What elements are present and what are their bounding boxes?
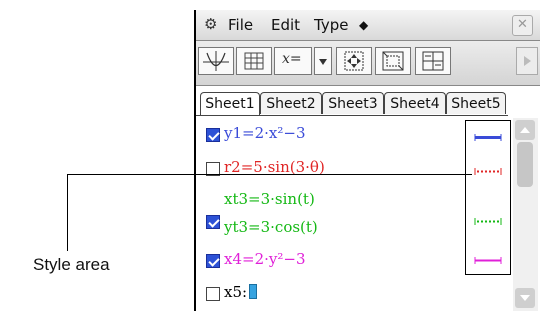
row-5-checkbox[interactable]: [206, 287, 220, 301]
row-1-equation[interactable]: y1=2·x²−3: [224, 124, 305, 142]
vertical-scrollbar[interactable]: [513, 118, 538, 311]
scroll-down-icon[interactable]: [515, 288, 535, 308]
diamond-menu-icon[interactable]: ◆: [359, 18, 368, 32]
menu-type[interactable]: Type: [314, 16, 348, 34]
menu-bar: ⚙ File Edit Type ◆ ✕: [196, 10, 540, 41]
toolbar-next-icon[interactable]: [516, 47, 538, 75]
tab-divider: [196, 115, 508, 116]
callout-line-horizontal: [67, 174, 472, 175]
gear-icon[interactable]: ⚙: [204, 15, 217, 33]
menu-edit[interactable]: Edit: [271, 16, 300, 34]
row-4-checkbox[interactable]: [206, 254, 220, 268]
style-area: [465, 120, 511, 275]
row-3-equation-y[interactable]: yt3=3·cos(t): [224, 218, 318, 236]
row-1-checkbox[interactable]: [206, 128, 220, 142]
tab-sheet1[interactable]: Sheet1: [200, 92, 260, 116]
close-icon[interactable]: ✕: [512, 15, 533, 36]
scroll-up-icon[interactable]: [515, 120, 535, 140]
chevron-down-icon[interactable]: [314, 47, 332, 75]
tab-sheet5[interactable]: Sheet5: [446, 92, 506, 114]
zoom-auto-icon[interactable]: [375, 47, 411, 75]
menu-file[interactable]: File: [228, 16, 253, 34]
sheet-tabs: Sheet1 Sheet2 Sheet3 Sheet4 Sheet5: [196, 92, 540, 116]
graph-editor-window: ⚙ File Edit Type ◆ ✕ x= Sheet1 Sheet2 Sh…: [194, 10, 541, 311]
toolbar: x=: [196, 41, 540, 86]
tab-sheet3[interactable]: Sheet3: [322, 92, 384, 114]
zoom-box-icon[interactable]: [336, 47, 372, 75]
style-area-callout-label: Style area: [33, 255, 110, 274]
row-5-label: x5:: [224, 283, 248, 301]
row-3-equation-x[interactable]: xt3=3·sin(t): [224, 190, 315, 208]
graph-icon[interactable]: [198, 47, 234, 75]
row-4-equation[interactable]: x4=2·y²−3: [224, 250, 305, 268]
row-5-editor[interactable]: x5:: [224, 283, 258, 301]
split-view-icon[interactable]: [415, 47, 451, 75]
x-equals-icon[interactable]: x=: [274, 47, 312, 75]
scroll-thumb[interactable]: [517, 142, 533, 187]
text-cursor: [249, 284, 258, 299]
table-icon[interactable]: [236, 47, 272, 75]
tab-sheet2[interactable]: Sheet2: [260, 92, 322, 114]
row-3-checkbox[interactable]: [206, 215, 220, 229]
tab-sheet4[interactable]: Sheet4: [384, 92, 446, 114]
callout-line-vertical: [67, 174, 68, 251]
